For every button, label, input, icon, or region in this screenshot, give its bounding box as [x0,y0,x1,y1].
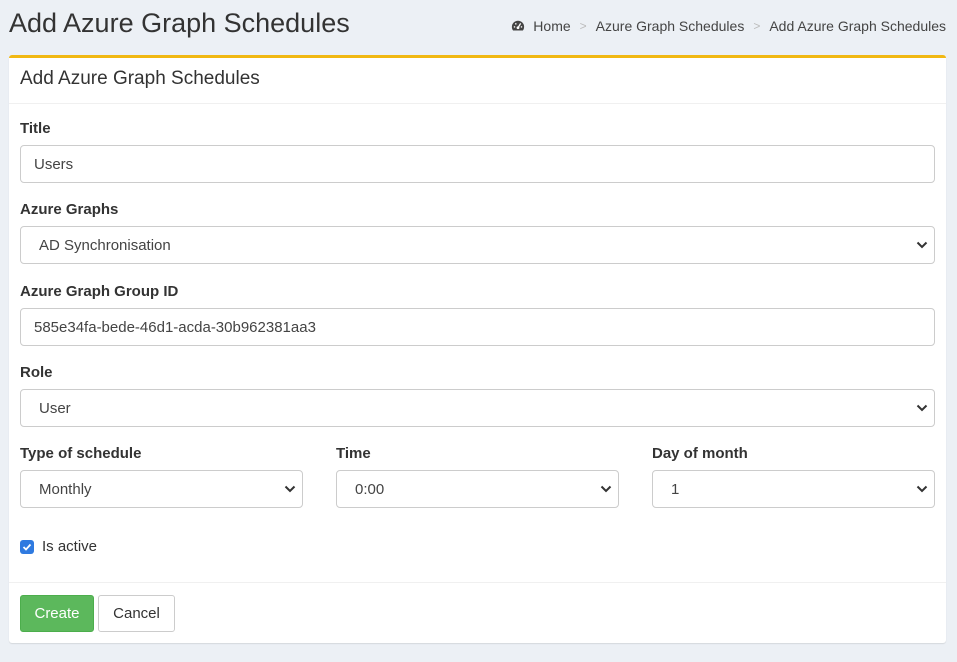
time-select[interactable]: 0:00 [336,470,619,508]
day-of-month-select[interactable]: 1 [652,470,935,508]
page-header: Add Azure Graph Schedules Home > Azure G… [0,0,957,52]
is-active-label: Is active [42,538,98,555]
day-of-month-value: 1 [671,480,680,498]
group-id-label: Azure Graph Group ID [20,283,179,300]
breadcrumb-azure-graph-schedules[interactable]: Azure Graph Schedules [596,18,745,34]
role-select[interactable]: User [20,389,935,427]
form-box: Add Azure Graph Schedules Title Users Az… [9,55,946,643]
chevron-down-icon [600,485,612,493]
chevron-down-icon [916,241,928,249]
day-of-month-label: Day of month [652,445,748,462]
role-group: Role User [20,364,935,427]
is-active-checkbox[interactable] [20,539,34,554]
page-title: Add Azure Graph Schedules [9,8,350,38]
time-value: 0:00 [355,480,385,498]
create-button[interactable]: Create [20,595,94,632]
azure-graphs-label: Azure Graphs [20,201,119,218]
checkmark-icon [22,543,32,551]
day-of-month-group: Day of month 1 [652,445,935,508]
azure-graphs-group: Azure Graphs AD Synchronisation [20,201,935,264]
schedule-type-group: Type of schedule Monthly [20,445,303,508]
schedule-type-label: Type of schedule [20,445,142,462]
group-id-group: Azure Graph Group ID 585e34fa-bede-46d1-… [20,283,935,346]
title-label: Title [20,120,51,137]
cancel-button[interactable]: Cancel [98,595,175,632]
is-active-row: Is active [20,538,97,555]
box-header: Add Azure Graph Schedules [9,58,946,104]
role-label: Role [20,364,53,381]
azure-graphs-select[interactable]: AD Synchronisation [20,226,935,264]
time-group: Time 0:00 [336,445,619,508]
schedule-type-value: Monthly [39,480,92,498]
schedule-type-select[interactable]: Monthly [20,470,303,508]
dashboard-icon [512,20,525,31]
breadcrumb-current: Add Azure Graph Schedules [769,18,946,34]
breadcrumb-home[interactable]: Home [533,18,570,34]
breadcrumb-separator: > [579,19,587,33]
chevron-down-icon [284,485,296,493]
azure-graphs-value: AD Synchronisation [39,236,171,254]
breadcrumb: Home > Azure Graph Schedules > Add Azure… [511,18,946,34]
box-footer: Create Cancel [9,582,946,646]
group-id-input[interactable]: 585e34fa-bede-46d1-acda-30b962381aa3 [20,308,935,346]
role-value: User [39,399,71,417]
chevron-down-icon [916,404,928,412]
title-group: Title Users [20,120,935,183]
title-input[interactable]: Users [20,145,935,183]
time-label: Time [336,445,371,462]
box-title: Add Azure Graph Schedules [20,68,260,89]
breadcrumb-separator: > [753,19,761,33]
chevron-down-icon [916,485,928,493]
